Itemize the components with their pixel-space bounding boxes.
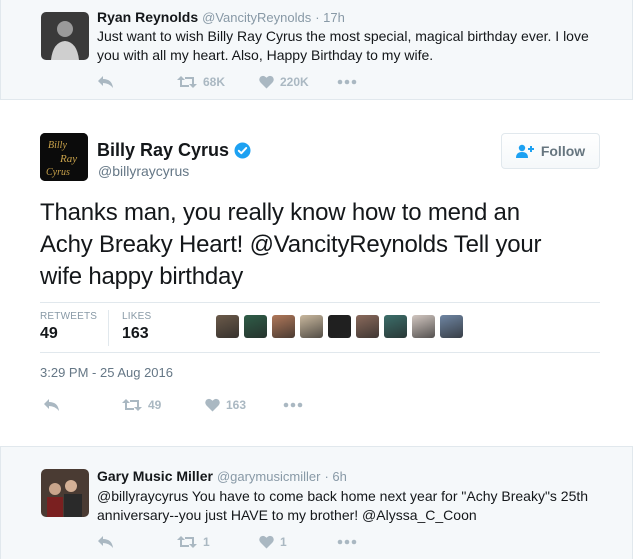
reply-icon bbox=[44, 399, 59, 411]
author-name[interactable]: Ryan Reynolds bbox=[97, 9, 198, 25]
follow-button[interactable]: Follow bbox=[501, 133, 600, 169]
tweet-text-line: Thanks man, you really know how to mend … bbox=[40, 199, 520, 226]
avatar[interactable]: Billy Ray Cyrus bbox=[40, 133, 88, 181]
like-button[interactable]: 1 bbox=[259, 535, 337, 549]
reply-tweet[interactable]: Gary Music Miller @garymusicmiller · 6h … bbox=[0, 446, 633, 559]
verified-badge-icon bbox=[234, 142, 251, 159]
retweet-icon bbox=[177, 536, 197, 548]
liker-avatar[interactable] bbox=[244, 315, 267, 338]
retweet-button[interactable]: 68K bbox=[177, 75, 259, 89]
tweet-text-line: Just want to wish Billy Ray Cyrus the mo… bbox=[97, 28, 589, 44]
divider bbox=[40, 352, 600, 353]
likes-value[interactable]: 163 bbox=[122, 325, 149, 343]
reply-button[interactable] bbox=[43, 398, 122, 412]
more-icon bbox=[337, 79, 357, 85]
author-handle[interactable]: @billyraycyrus bbox=[98, 163, 189, 179]
retweets-label[interactable]: RETWEETS bbox=[40, 311, 97, 322]
author-handle[interactable]: @garymusicmiller bbox=[217, 469, 321, 484]
more-button[interactable] bbox=[337, 539, 357, 545]
tweet-text-line: wife happy birthday bbox=[40, 263, 243, 290]
retweet-icon bbox=[177, 76, 197, 88]
reply-button[interactable] bbox=[97, 535, 177, 549]
avatar-text: Ray bbox=[59, 153, 77, 165]
liker-avatar[interactable] bbox=[440, 315, 463, 338]
tweet-text-line: you with all my heart. Also, Happy Birth… bbox=[97, 47, 434, 63]
author-name[interactable]: Billy Ray Cyrus bbox=[97, 140, 229, 161]
liker-avatar[interactable] bbox=[328, 315, 351, 338]
retweet-button[interactable]: 1 bbox=[177, 535, 259, 549]
tweet-text-line: @billyraycyrus You have to come back hom… bbox=[97, 488, 589, 504]
avatar-text: Cyrus bbox=[46, 167, 70, 178]
likes-label[interactable]: LIKES bbox=[122, 311, 151, 322]
like-button[interactable]: 163 bbox=[205, 398, 283, 412]
liker-avatar[interactable] bbox=[272, 315, 295, 338]
tweet-time[interactable]: · 17h bbox=[315, 10, 345, 25]
author-name[interactable]: Gary Music Miller bbox=[97, 468, 213, 484]
tweet-text-line: Achy Breaky Heart! @VancityReynolds Tell… bbox=[40, 231, 542, 258]
context-tweet-top[interactable]: Ryan Reynolds @VancityReynolds · 17h Jus… bbox=[0, 0, 633, 100]
tweet-text: Thanks man, you really know how to mend … bbox=[40, 197, 610, 293]
retweet-count: 68K bbox=[203, 75, 226, 89]
tweet-time[interactable]: · 6h bbox=[324, 469, 346, 484]
liker-avatar[interactable] bbox=[356, 315, 379, 338]
tweet-text-line: anniversary--you just HAVE to my brother… bbox=[97, 507, 477, 523]
retweet-icon bbox=[122, 399, 142, 411]
divider bbox=[40, 302, 600, 303]
avatar-text: Billy bbox=[48, 140, 67, 151]
liker-avatar[interactable] bbox=[300, 315, 323, 338]
like-button[interactable]: 220K bbox=[259, 75, 337, 89]
reply-icon bbox=[98, 76, 113, 88]
heart-icon bbox=[205, 398, 220, 412]
more-button[interactable] bbox=[337, 79, 357, 85]
like-count: 163 bbox=[226, 398, 247, 412]
more-button[interactable] bbox=[283, 402, 303, 408]
like-count: 220K bbox=[280, 75, 309, 89]
heart-icon bbox=[259, 535, 274, 549]
divider bbox=[108, 310, 109, 346]
more-icon bbox=[283, 402, 303, 408]
retweet-count: 49 bbox=[148, 398, 162, 412]
reply-icon bbox=[98, 536, 113, 548]
tweet-timestamp[interactable]: 3:29 PM - 25 Aug 2016 bbox=[40, 365, 173, 380]
retweet-button[interactable]: 49 bbox=[122, 398, 205, 412]
add-user-icon bbox=[515, 144, 534, 158]
avatar[interactable] bbox=[41, 12, 89, 60]
follow-label: Follow bbox=[540, 143, 586, 159]
reply-button[interactable] bbox=[97, 75, 177, 89]
avatar[interactable] bbox=[41, 469, 89, 517]
liker-avatar[interactable] bbox=[384, 315, 407, 338]
more-icon bbox=[337, 539, 357, 545]
likers-avatars[interactable] bbox=[216, 315, 468, 338]
liker-avatar[interactable] bbox=[412, 315, 435, 338]
retweet-count: 1 bbox=[203, 535, 210, 549]
retweets-value[interactable]: 49 bbox=[40, 325, 58, 343]
like-count: 1 bbox=[280, 535, 287, 549]
author-handle[interactable]: @VancityReynolds bbox=[202, 10, 311, 25]
liker-avatar[interactable] bbox=[216, 315, 239, 338]
heart-icon bbox=[259, 75, 274, 89]
